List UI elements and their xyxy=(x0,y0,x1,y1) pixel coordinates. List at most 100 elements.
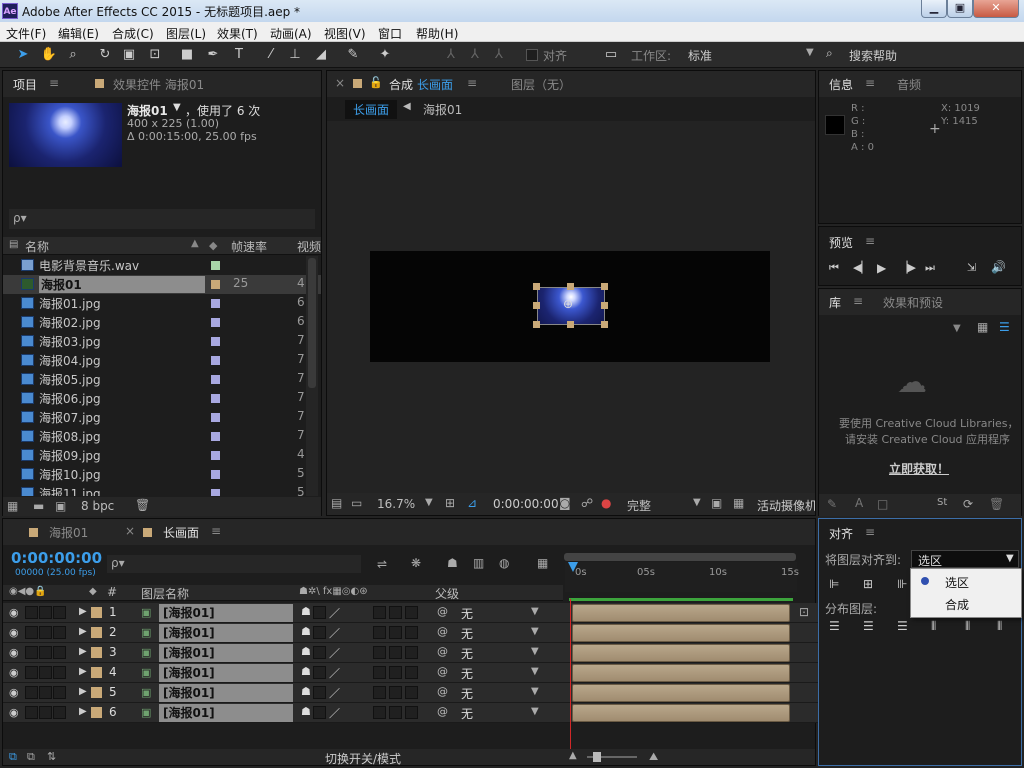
av-switch-box[interactable] xyxy=(25,686,38,699)
parent-chevron-down-icon[interactable]: ▼ xyxy=(531,626,539,637)
layer-switch-box[interactable] xyxy=(405,706,418,719)
comp-button-icon[interactable]: ⊡ xyxy=(799,605,809,619)
layer-row[interactable]: ◉ ▶ 6 ▣ ☗ ／ @ 无 ▼ [海报01] xyxy=(3,703,821,723)
av-switch-box[interactable] xyxy=(39,646,52,659)
transform-handle[interactable] xyxy=(601,321,608,328)
transform-handle[interactable] xyxy=(567,283,574,290)
anchor-point-icon[interactable]: ⊕ xyxy=(563,297,573,311)
layer-label-color[interactable] xyxy=(91,707,102,718)
minimize-button[interactable]: ▁ xyxy=(921,0,947,18)
list-item[interactable]: 海报03.jpg 7 xyxy=(3,332,321,351)
tab-info[interactable]: 信息 xyxy=(829,76,853,93)
region-interest-icon[interactable]: ▣ xyxy=(711,496,722,510)
layer-switch-box[interactable] xyxy=(405,666,418,679)
layer-name[interactable]: [海报01] xyxy=(159,704,293,722)
sort-icon[interactable]: ▲ xyxy=(191,238,199,249)
axis-view-icon[interactable]: ⅄ xyxy=(490,46,508,64)
av-switch-box[interactable] xyxy=(39,606,52,619)
audio-icon[interactable]: 🔊 xyxy=(991,260,1006,274)
zoom-out-icon[interactable]: ▲ xyxy=(569,750,577,761)
graph-editor-icon[interactable]: ▦ xyxy=(537,556,548,570)
parent-dropdown[interactable]: 无 xyxy=(461,645,473,662)
menu-window[interactable]: 窗口 xyxy=(378,25,402,42)
layer-name[interactable]: [海报01] xyxy=(159,664,293,682)
list-item[interactable]: 海报02.jpg 6 xyxy=(3,313,321,332)
interpret-footage-icon[interactable]: ▦ xyxy=(7,499,18,513)
label-color-swatch[interactable] xyxy=(211,280,220,289)
list-item[interactable]: 海报11.jpg 5 xyxy=(3,484,321,496)
av-switch-box[interactable] xyxy=(53,666,66,679)
layer-duration-bar[interactable] xyxy=(572,604,790,622)
first-frame-icon[interactable]: ⏮ xyxy=(829,261,839,275)
label-color-swatch[interactable] xyxy=(211,375,220,384)
transform-handle[interactable] xyxy=(567,321,574,328)
project-scrollbar[interactable] xyxy=(306,256,318,496)
list-item[interactable]: 海报05.jpg 7 xyxy=(3,370,321,389)
layer-switch-box[interactable] xyxy=(313,606,326,619)
menu-layer[interactable]: 图层(L) xyxy=(166,25,206,42)
rectangle-tool-icon[interactable]: ■ xyxy=(178,46,196,64)
layer-switch-box[interactable] xyxy=(373,606,386,619)
bpc-button[interactable]: 8 bpc xyxy=(81,499,114,513)
close-window-button[interactable]: ✕ xyxy=(973,0,1019,18)
visibility-eye-icon[interactable]: ◉ xyxy=(9,646,19,659)
layer-name[interactable]: [海报01] xyxy=(159,684,293,702)
av-switch-box[interactable] xyxy=(39,686,52,699)
visibility-eye-icon[interactable]: ◉ xyxy=(9,686,19,699)
snapshot-icon[interactable]: ◙ xyxy=(559,496,571,510)
parent-chevron-down-icon[interactable]: ▼ xyxy=(531,686,539,697)
expand-arrow-icon[interactable]: ▶ xyxy=(79,646,87,657)
layer-switch-box[interactable] xyxy=(389,606,402,619)
transparency-grid-icon[interactable]: ▦ xyxy=(733,496,744,510)
zoom-in-icon[interactable]: ⛰ xyxy=(649,750,658,764)
clone-stamp-tool-icon[interactable]: ⊥ xyxy=(286,46,304,64)
tab-effects-presets[interactable]: 效果和预设 xyxy=(883,294,943,311)
close-timeline-tab-icon[interactable]: × xyxy=(125,524,135,538)
work-area-bar[interactable] xyxy=(564,553,796,561)
menu-animation[interactable]: 动画(A) xyxy=(270,25,312,42)
dropdown-option-composition[interactable]: 合成 xyxy=(911,593,1021,615)
column-name[interactable]: 名称 xyxy=(25,238,49,255)
resolution-dropdown[interactable]: 完整 xyxy=(627,497,651,514)
frame-blending-icon[interactable]: ▥ xyxy=(473,556,484,570)
brush-tool-icon[interactable]: ⁄ xyxy=(262,46,280,64)
next-frame-icon[interactable]: ▕▶ xyxy=(899,261,916,274)
maximize-button[interactable]: ▣ xyxy=(947,0,973,18)
visibility-eye-icon[interactable]: ◉ xyxy=(9,626,19,639)
parent-chevron-down-icon[interactable]: ▼ xyxy=(531,646,539,657)
quality-switch-icon[interactable]: ／ xyxy=(329,625,340,641)
distribute-v-center-icon[interactable]: ☰ xyxy=(863,619,874,633)
av-switch-box[interactable] xyxy=(53,706,66,719)
layer-name[interactable]: [海报01] xyxy=(159,644,293,662)
camera-dropdown[interactable]: 活动摄像机 xyxy=(757,497,815,514)
layer-duration-bar[interactable] xyxy=(572,624,790,642)
label-color-swatch[interactable] xyxy=(211,470,220,479)
label-color-swatch[interactable] xyxy=(211,489,220,496)
av-switch-box[interactable] xyxy=(25,606,38,619)
zoom-dropdown[interactable]: 16.7% xyxy=(377,497,415,511)
selection-tool-icon[interactable]: ➤ xyxy=(14,46,32,64)
lock-icon[interactable]: 🔓 xyxy=(369,76,383,89)
pickwhip-icon[interactable]: @ xyxy=(437,605,448,618)
av-switch-box[interactable] xyxy=(53,686,66,699)
comp-mini-flowchart-icon[interactable]: ⇌ xyxy=(377,557,387,571)
list-item[interactable]: 海报04.jpg 7 xyxy=(3,351,321,370)
label-color-swatch[interactable] xyxy=(211,413,220,422)
shy-switch-icon[interactable]: ☗ xyxy=(301,605,311,618)
timeline-current-time[interactable]: 0:00:00:00 xyxy=(11,549,102,567)
column-parent[interactable]: 父级 xyxy=(435,585,459,602)
camera-tool-icon[interactable]: ▣ xyxy=(120,46,138,64)
library-brush-icon[interactable]: ✎ xyxy=(827,497,837,511)
layer-duration-bar[interactable] xyxy=(572,644,790,662)
pen-tool-icon[interactable]: ✒ xyxy=(204,46,222,64)
trash-icon[interactable]: 🗑 xyxy=(135,498,150,512)
label-color-swatch[interactable] xyxy=(211,261,220,270)
layer-switch-box[interactable] xyxy=(373,686,386,699)
tab-comp-name[interactable]: 长画面 xyxy=(417,76,453,93)
library-chevron-down-icon[interactable]: ▼ xyxy=(953,323,961,334)
align-menu-icon[interactable]: ≡ xyxy=(865,525,875,539)
label-color-swatch[interactable] xyxy=(211,337,220,346)
info-menu-icon[interactable]: ≡ xyxy=(865,76,875,90)
fit-icon[interactable]: ⊞ xyxy=(445,496,455,510)
pickwhip-icon[interactable]: @ xyxy=(437,645,448,658)
